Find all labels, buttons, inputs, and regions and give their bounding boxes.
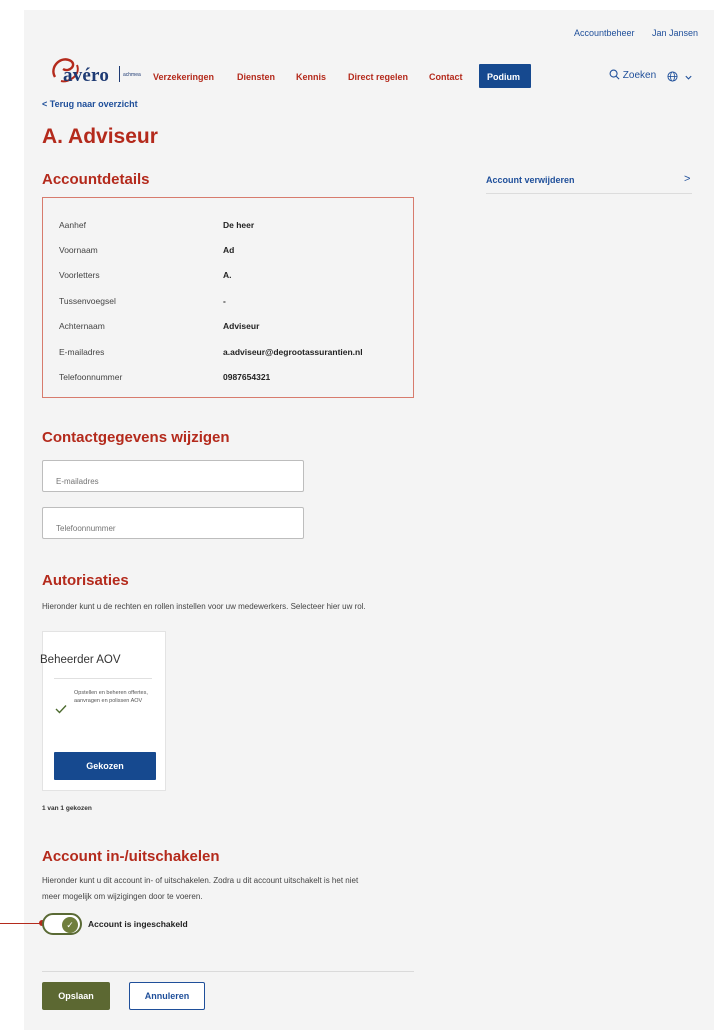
toggle-label: Account is ingeschakeld — [88, 919, 188, 929]
account-enabled-toggle[interactable]: ✓ — [42, 913, 82, 935]
side-divider — [486, 193, 692, 194]
globe-icon — [667, 71, 678, 82]
detail-label-email: E-mailadres — [59, 347, 105, 357]
account-toggle-description-1: Hieronder kunt u dit account in- of uits… — [42, 876, 359, 885]
detail-value-aanhef: De heer — [223, 220, 255, 230]
phone-input[interactable] — [42, 507, 304, 539]
page-title: A. Adviseur — [42, 125, 158, 148]
save-button[interactable]: Opslaan — [42, 982, 110, 1010]
nav-verzekeringen[interactable]: Verzekeringen — [153, 72, 214, 82]
email-input[interactable] — [42, 460, 304, 492]
delete-account-link[interactable]: Account verwijderen — [486, 175, 575, 185]
nav-contact[interactable]: Contact — [429, 72, 463, 82]
detail-value-achternaam: Adviseur — [223, 321, 260, 331]
detail-label-voorletters: Voorletters — [59, 270, 100, 280]
user-name-link[interactable]: Jan Jansen — [652, 28, 698, 38]
account-management-link[interactable]: Accountbeheer — [574, 28, 635, 38]
detail-value-telefoon: 0987654321 — [223, 372, 271, 382]
nav-direct-regelen[interactable]: Direct regelen — [348, 72, 408, 82]
detail-value-tussenvoegsel: - — [223, 296, 226, 306]
account-toggle-heading: Account in-/uitschakelen — [42, 848, 220, 865]
back-to-overview-link[interactable]: < Terug naar overzicht — [42, 99, 138, 109]
selection-count: 1 van 1 gekozen — [42, 805, 92, 812]
chevron-down-icon — [685, 75, 693, 80]
detail-label-telefoon: Telefoonnummer — [59, 372, 123, 382]
detail-label-achternaam: Achternaam — [59, 321, 105, 331]
detail-label-voornaam: Voornaam — [59, 245, 98, 255]
actions-divider — [42, 971, 414, 972]
cancel-button[interactable]: Annuleren — [129, 982, 205, 1010]
role-title: Beheerder AOV — [40, 654, 121, 666]
nav-podium[interactable]: Podium — [479, 64, 531, 88]
detail-value-voorletters: A. — [223, 270, 232, 280]
nav-kennis[interactable]: Kennis — [296, 72, 326, 82]
check-icon — [55, 705, 67, 714]
role-selected-button[interactable]: Gekozen — [54, 752, 156, 780]
annotation-line — [0, 923, 42, 924]
role-divider — [54, 678, 152, 679]
avero-logo[interactable]: avéro achmea — [51, 57, 159, 89]
detail-label-aanhef: Aanhef — [59, 220, 86, 230]
logo-divider — [119, 66, 120, 82]
account-toggle-description-2: meer mogelijk om wijzigingen door te voe… — [42, 892, 203, 901]
contact-heading: Contactgegevens wijzigen — [42, 429, 230, 446]
search-icon — [609, 69, 620, 80]
chevron-right-icon[interactable]: > — [684, 173, 690, 185]
detail-label-tussenvoegsel: Tussenvoegsel — [59, 296, 116, 306]
detail-value-voornaam: Ad — [223, 245, 235, 255]
nav-diensten[interactable]: Diensten — [237, 72, 275, 82]
logo-sub: achmea — [123, 72, 141, 78]
role-description: Opstellen en beheren offertes, aanvragen… — [74, 690, 148, 704]
search-button[interactable]: Zoeken — [609, 69, 656, 81]
page: Accountbeheer Jan Jansen avéro achmea Ve… — [0, 10, 714, 1030]
language-selector[interactable] — [667, 69, 693, 87]
detail-value-email: a.adviseur@degrootassurantien.nl — [223, 347, 363, 357]
search-label: Zoeken — [622, 70, 657, 81]
authorisations-description: Hieronder kunt u de rechten en rollen in… — [42, 602, 366, 611]
logo-brand: avéro — [63, 65, 110, 86]
authorisations-heading: Autorisaties — [42, 572, 129, 589]
account-details-heading: Accountdetails — [42, 171, 150, 188]
toggle-knob-check-icon: ✓ — [62, 917, 78, 933]
